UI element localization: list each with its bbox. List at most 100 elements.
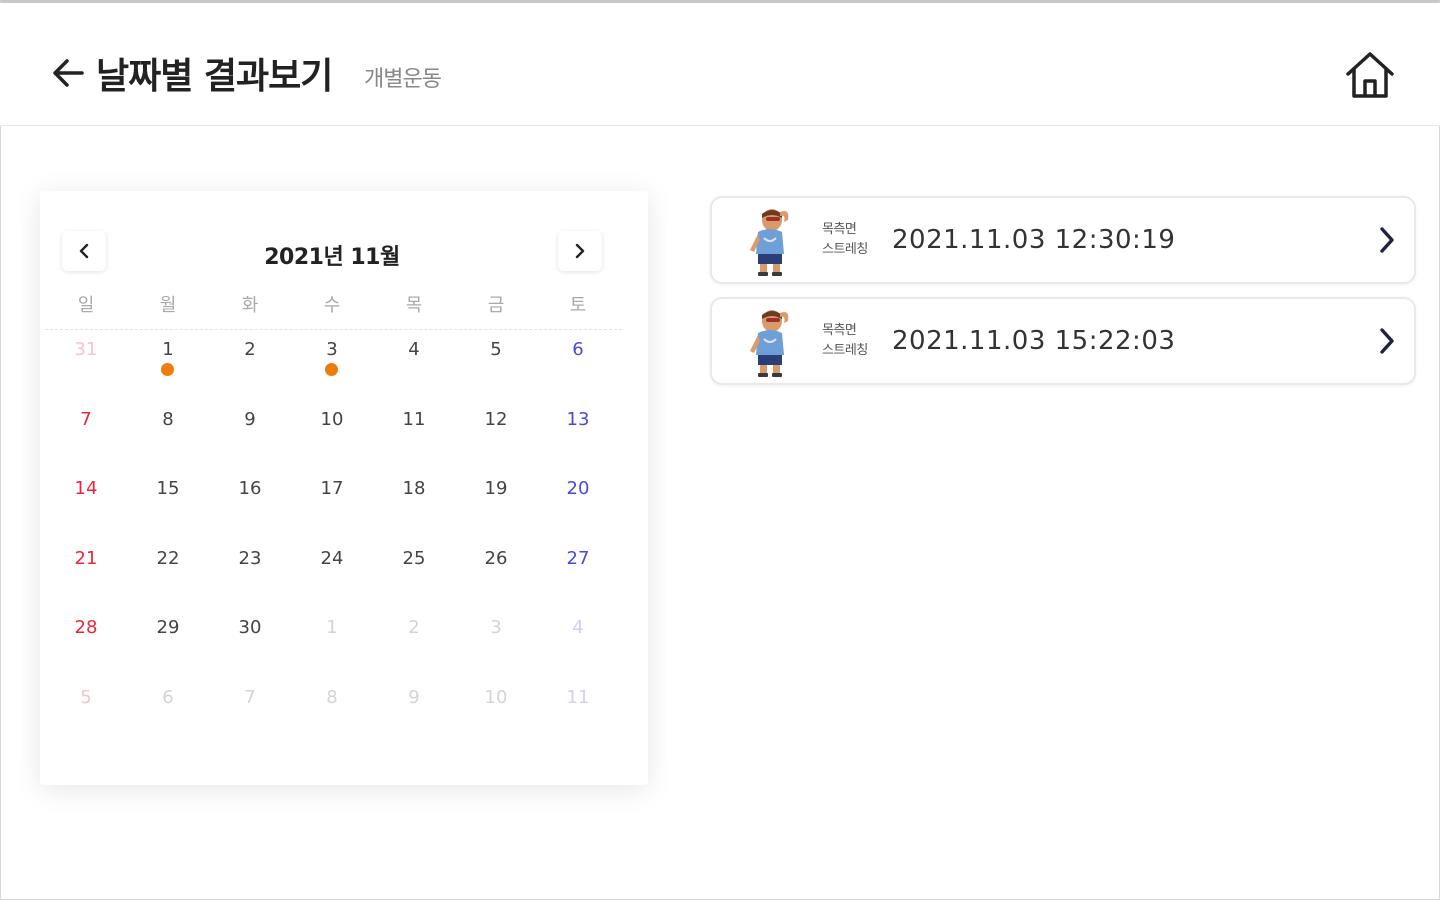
calendar-day[interactable]: 10 <box>291 407 373 477</box>
calendar-day[interactable]: 18 <box>373 476 455 546</box>
record-open-button[interactable] <box>1372 222 1402 258</box>
calendar-day-outside-month[interactable]: 7 <box>209 685 291 755</box>
calendar-day-outside-month[interactable]: 4 <box>537 615 619 685</box>
calendar-day-outside-month[interactable]: 3 <box>455 615 537 685</box>
calendar-day-number: 9 <box>244 408 256 430</box>
calendar-day-number: 1 <box>326 617 338 638</box>
calendar-day-number: 12 <box>484 408 508 430</box>
calendar-day[interactable]: 21 <box>45 546 127 616</box>
calendar-day-outside-month[interactable]: 5 <box>45 685 127 755</box>
exercise-name-line1: 목측면 <box>822 323 857 338</box>
chevron-right-icon <box>1380 328 1394 354</box>
calendar-day[interactable]: 20 <box>537 476 619 546</box>
calendar-day[interactable]: 29 <box>127 615 209 685</box>
calendar-day-number: 7 <box>80 408 92 430</box>
calendar-day[interactable]: 2 <box>209 337 291 407</box>
calendar-day-number: 28 <box>74 617 98 638</box>
calendar-day[interactable]: 1 <box>127 337 209 407</box>
header: 날짜별 결과보기 개별운동 <box>0 3 1440 126</box>
calendar-day-number: 4 <box>572 617 584 638</box>
calendar-day[interactable]: 4 <box>373 337 455 407</box>
calendar-card: 2021년 11월 일 월 화 수 목 금 토 31 1 2 3 4 5 6 7 8 9 10 11 1… <box>40 191 648 785</box>
weekday-label: 토 <box>569 295 587 316</box>
calendar-day-number: 11 <box>402 408 426 430</box>
calendar-day-number: 31 <box>74 339 98 360</box>
calendar-day-outside-month[interactable]: 10 <box>455 685 537 755</box>
calendar-day-number: 6 <box>162 686 174 708</box>
month-label: 2021년 11월 <box>264 245 400 270</box>
calendar-day[interactable]: 22 <box>127 546 209 616</box>
calendar-day[interactable]: 5 <box>455 337 537 407</box>
calendar-day-number: 22 <box>156 547 180 569</box>
calendar-day-number: 20 <box>566 478 590 499</box>
calendar-day-outside-month[interactable]: 9 <box>373 685 455 755</box>
calendar-day-outside-month[interactable]: 8 <box>291 685 373 755</box>
record-card[interactable]: 목측면 스트레칭 2021.11.03 15:22:03 <box>710 297 1416 385</box>
calendar-day-outside-month[interactable]: 2 <box>373 615 455 685</box>
calendar-day-outside-month[interactable]: 11 <box>537 685 619 755</box>
calendar-day-number: 24 <box>320 547 344 569</box>
weekday-label: 월 <box>159 295 177 316</box>
calendar-day-number: 2 <box>408 617 420 638</box>
weekday-label: 금 <box>487 295 505 316</box>
calendar-day-number: 4 <box>408 339 420 360</box>
calendar-day[interactable]: 6 <box>537 337 619 407</box>
stretching-avatar-icon <box>750 310 789 377</box>
calendar-day[interactable]: 8 <box>127 407 209 477</box>
calendar-days-grid: 31 1 2 3 4 5 6 7 8 9 10 11 12 13 14 15 16 17 18 19 20 21 22 23 2… <box>45 337 619 754</box>
calendar-day[interactable]: 13 <box>537 407 619 477</box>
calendar-day-outside-month[interactable]: 6 <box>127 685 209 755</box>
next-month-button[interactable] <box>558 231 602 271</box>
exercise-name: 목측면 스트레칭 <box>822 220 868 260</box>
calendar-day[interactable]: 9 <box>209 407 291 477</box>
record-datetime: 2021.11.03 15:22:03 <box>892 326 1176 356</box>
calendar-day[interactable]: 7 <box>45 407 127 477</box>
calendar-day-number: 17 <box>320 478 344 499</box>
calendar-day[interactable]: 17 <box>291 476 373 546</box>
calendar-day-outside-month[interactable]: 31 <box>45 337 127 407</box>
calendar-day[interactable]: 26 <box>455 546 537 616</box>
page-title: 날짜별 결과보기 <box>96 56 333 97</box>
calendar-day[interactable]: 12 <box>455 407 537 477</box>
exercise-name: 목측면 스트레칭 <box>822 321 868 361</box>
calendar-day-number: 18 <box>402 478 426 499</box>
calendar-day-number: 5 <box>490 339 502 360</box>
weekday-divider <box>45 329 622 330</box>
calendar-day[interactable]: 11 <box>373 407 455 477</box>
calendar-day[interactable]: 14 <box>45 476 127 546</box>
calendar-day-outside-month[interactable]: 1 <box>291 615 373 685</box>
chevron-right-icon <box>1380 227 1394 253</box>
calendar-day[interactable]: 3 <box>291 337 373 407</box>
calendar-day-number: 16 <box>238 478 262 499</box>
calendar-day[interactable]: 16 <box>209 476 291 546</box>
calendar-day-number: 11 <box>566 686 590 708</box>
calendar-day-number: 23 <box>238 547 262 569</box>
calendar-day[interactable]: 25 <box>373 546 455 616</box>
record-card[interactable]: 목측면 스트레칭 2021.11.03 12:30:19 <box>710 196 1416 284</box>
calendar-day-number: 13 <box>566 408 590 430</box>
calendar-day-number: 8 <box>326 686 338 708</box>
arrow-left-icon <box>53 59 84 87</box>
page-subtitle: 개별운동 <box>364 67 442 92</box>
calendar-day-number: 5 <box>80 686 92 708</box>
home-icon <box>1346 52 1394 98</box>
calendar-day[interactable]: 24 <box>291 546 373 616</box>
stretching-avatar-icon <box>750 209 789 276</box>
record-open-button[interactable] <box>1372 323 1402 359</box>
calendar-day-number: 8 <box>162 408 174 430</box>
calendar-day-number: 30 <box>238 617 262 638</box>
calendar-day[interactable]: 27 <box>537 546 619 616</box>
record-datetime: 2021.11.03 12:30:19 <box>892 225 1176 255</box>
weekday-label: 화 <box>241 295 259 316</box>
weekday-header: 일 월 화 수 목 금 토 <box>45 291 619 317</box>
home-button[interactable] <box>1342 47 1398 103</box>
calendar-day-number: 3 <box>326 339 338 360</box>
back-button[interactable] <box>44 49 92 97</box>
calendar-day[interactable]: 28 <box>45 615 127 685</box>
calendar-day[interactable]: 15 <box>127 476 209 546</box>
calendar-day[interactable]: 23 <box>209 546 291 616</box>
calendar-day[interactable]: 19 <box>455 476 537 546</box>
calendar-day[interactable]: 30 <box>209 615 291 685</box>
calendar-day-number: 26 <box>484 547 508 569</box>
record-indicator-dot <box>161 363 174 376</box>
